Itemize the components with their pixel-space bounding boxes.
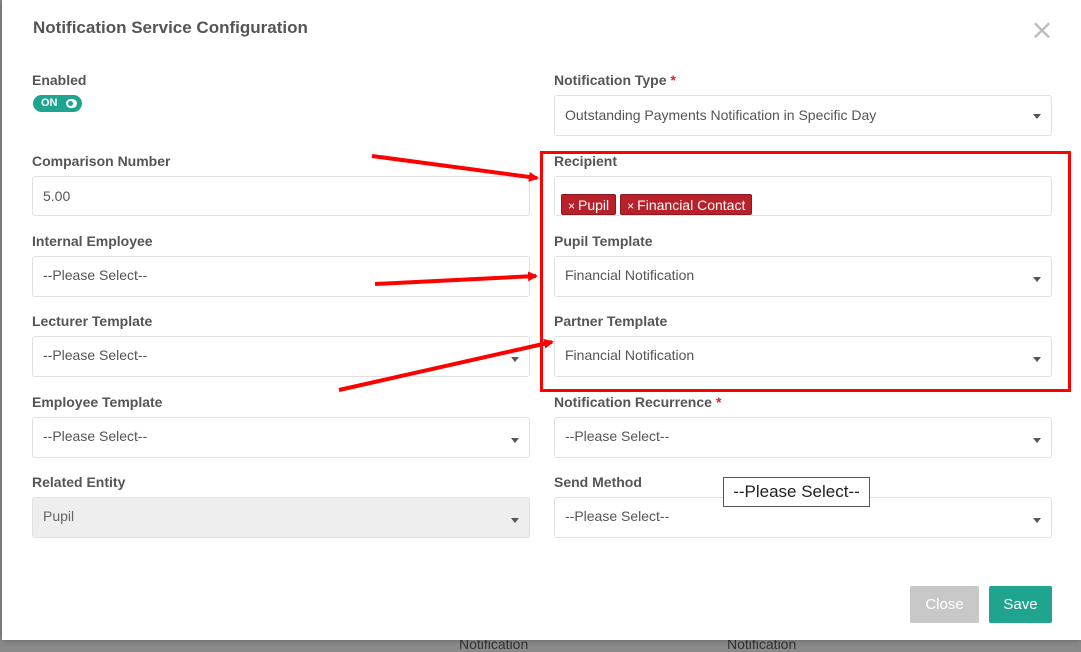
recipient-label: Recipient (554, 153, 618, 169)
chevron-down-icon (511, 518, 519, 523)
partner-template-select[interactable]: Financial Notification (554, 336, 1052, 377)
internal-employee-label: Internal Employee (32, 233, 153, 249)
chevron-down-icon (1033, 518, 1041, 523)
notification-type-select[interactable]: Outstanding Payments Notification in Spe… (554, 95, 1052, 136)
partner-template-label: Partner Template (554, 313, 668, 329)
notification-recurrence-label: Notification Recurrence * (554, 394, 722, 410)
lecturer-template-label: Lecturer Template (32, 313, 153, 329)
internal-employee-select[interactable]: --Please Select-- (32, 256, 530, 297)
enabled-label: Enabled (32, 72, 87, 88)
toggle-knob (66, 99, 77, 108)
chevron-down-icon (1033, 277, 1041, 282)
save-button[interactable]: Save (989, 586, 1052, 623)
employee-template-label: Employee Template (32, 394, 163, 410)
modal-title: Notification Service Configuration (33, 18, 308, 37)
send-method-label: Send Method (554, 474, 642, 490)
chevron-down-icon (511, 357, 519, 362)
chevron-down-icon (511, 438, 519, 443)
tooltip: --Please Select-- (723, 477, 870, 507)
close-icon[interactable]: × (1028, 16, 1056, 44)
close-button[interactable]: Close (910, 586, 979, 623)
related-entity-select: Pupil (32, 497, 530, 538)
notification-type-label: Notification Type * (554, 72, 676, 88)
recipient-tag-financial-contact[interactable]: × Financial Contact (620, 193, 753, 215)
pupil-template-label: Pupil Template (554, 233, 653, 249)
recipient-multiselect[interactable]: × Pupil × Financial Contact (554, 176, 1052, 216)
enabled-toggle[interactable]: ON (33, 95, 82, 112)
recipient-tags: × Pupil × Financial Contact (561, 185, 756, 215)
comparison-number-input[interactable]: 5.00 (32, 176, 530, 216)
remove-tag-icon[interactable]: × (627, 199, 634, 213)
employee-template-select[interactable]: --Please Select-- (32, 417, 530, 458)
lecturer-template-select[interactable]: --Please Select-- (32, 336, 530, 377)
comparison-number-label: Comparison Number (32, 153, 171, 169)
chevron-down-icon (1033, 438, 1041, 443)
notification-recurrence-select[interactable]: --Please Select-- (554, 417, 1052, 458)
notification-config-modal: Notification Service Configuration × Ena… (2, 0, 1081, 640)
chevron-down-icon (1033, 357, 1041, 362)
recipient-tag-pupil[interactable]: × Pupil (561, 193, 617, 215)
toggle-text: ON (41, 97, 58, 109)
related-entity-label: Related Entity (32, 474, 126, 490)
chevron-down-icon (1033, 114, 1041, 119)
remove-tag-icon[interactable]: × (568, 199, 575, 213)
pupil-template-select[interactable]: Financial Notification (554, 256, 1052, 297)
